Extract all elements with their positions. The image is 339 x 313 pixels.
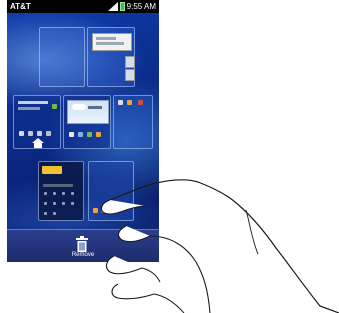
hand-icon xyxy=(100,179,339,313)
